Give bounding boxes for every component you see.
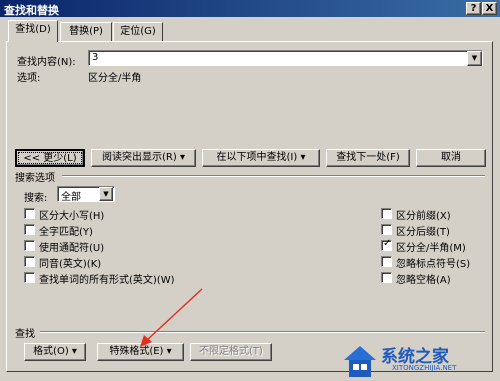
search-scope-label: 搜索:	[24, 193, 48, 204]
find-history-dropdown[interactable]: ▼	[467, 51, 482, 66]
title-bar	[0, 0, 500, 17]
find-section-title: 查找	[15, 329, 35, 340]
match-suffix-label: 区分后缀(T)	[396, 227, 450, 238]
wildcards-label: 使用通配符(U)	[39, 243, 105, 254]
match-case-checkbox[interactable]	[24, 208, 35, 219]
less-button[interactable]: << 更少(L)	[15, 149, 85, 167]
match-width-label: 区分全/半角(M)	[396, 243, 466, 254]
tab-goto[interactable]: 定位(G)	[113, 22, 163, 42]
annotation-arrow-icon	[140, 288, 203, 347]
find-label: 查找内容(N):	[17, 57, 76, 68]
match-prefix-label: 区分前缀(X)	[396, 211, 451, 222]
ignore-whitespace-checkbox[interactable]	[381, 272, 392, 283]
tab-replace[interactable]: 替换(P)	[60, 22, 112, 42]
chevron-down-icon: ▼	[103, 190, 109, 198]
tab-find[interactable]: 查找(D)	[8, 20, 58, 42]
all-word-forms-checkbox[interactable]	[24, 272, 35, 283]
ignore-whitespace-label: 忽略空格(A)	[396, 275, 451, 286]
search-scope-value: 全部	[61, 192, 81, 203]
section-divider	[62, 175, 485, 177]
search-scope-dropdown[interactable]: ▼	[99, 187, 113, 201]
whole-word-label: 全字匹配(Y)	[39, 227, 93, 238]
options-label: 选项:	[17, 73, 41, 84]
help-button[interactable]: ?	[466, 2, 481, 15]
match-prefix-checkbox[interactable]	[381, 208, 392, 219]
wildcards-checkbox[interactable]	[24, 240, 35, 251]
tab-find-label: 查找(D)	[15, 24, 51, 35]
match-width-checkbox[interactable]	[381, 238, 392, 251]
sounds-like-label: 同音(英文)(K)	[39, 259, 102, 270]
find-section-divider	[40, 331, 485, 333]
find-in-button[interactable]: 在以下项中查找(I) ▾	[202, 149, 320, 167]
format-button[interactable]: 格式(O) ▾	[24, 343, 86, 361]
chevron-down-icon: ▼	[471, 54, 478, 62]
watermark-url: XITONGZHIJIA.NET	[392, 364, 457, 372]
reading-highlight-button[interactable]: 阅读突出显示(R) ▾	[91, 149, 196, 167]
options-value: 区分全/半角	[88, 73, 142, 84]
ignore-punctuation-label: 忽略标点符号(S)	[396, 259, 471, 270]
find-input-value: 3	[92, 52, 99, 63]
find-next-button[interactable]: 查找下一处(F)	[326, 149, 410, 167]
match-suffix-checkbox[interactable]	[381, 224, 392, 235]
search-options-title: 搜索选项	[15, 173, 55, 184]
all-word-forms-label: 查找单词的所有形式(英文)(W)	[39, 275, 175, 286]
match-case-label: 区分大小写(H)	[39, 211, 105, 222]
tab-replace-label: 替换(P)	[69, 26, 103, 37]
sounds-like-checkbox[interactable]	[24, 256, 35, 267]
window-title: 查找和替换	[4, 4, 59, 17]
site-logo-icon	[344, 346, 376, 377]
whole-word-checkbox[interactable]	[24, 224, 35, 235]
ignore-punctuation-checkbox[interactable]	[381, 256, 392, 267]
find-input[interactable]: 3	[88, 50, 483, 66]
close-button[interactable]: X	[482, 2, 497, 15]
tab-goto-label: 定位(G)	[120, 26, 156, 37]
cancel-button[interactable]: 取消	[416, 149, 486, 167]
